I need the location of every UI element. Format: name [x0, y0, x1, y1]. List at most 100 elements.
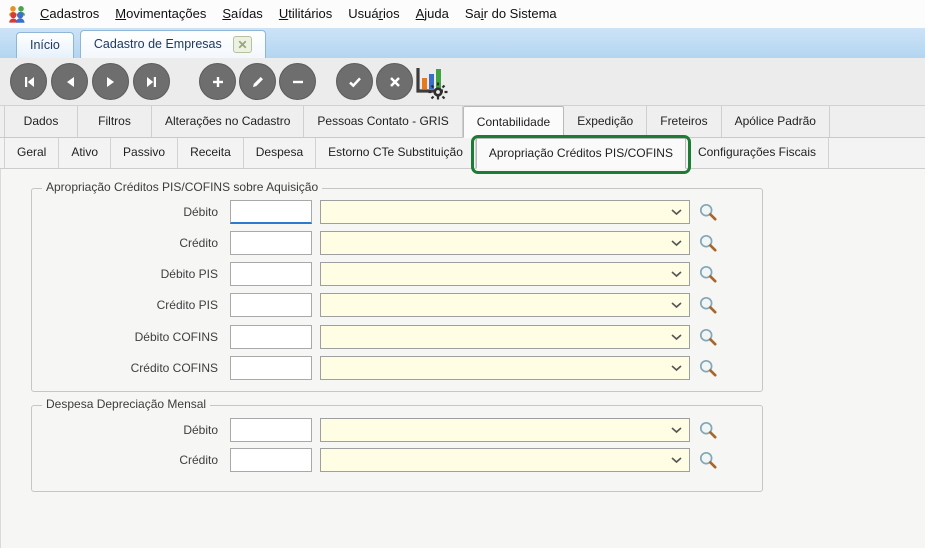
magnifier-icon[interactable]: [698, 420, 718, 440]
debito-code-input[interactable]: [230, 200, 312, 224]
tab-despesa[interactable]: Despesa: [244, 138, 316, 168]
label-post: tilitários: [288, 6, 332, 21]
credito-cofins-account-combo[interactable]: [320, 356, 690, 380]
magnifier-icon[interactable]: [698, 327, 718, 347]
label-post: adastros: [49, 6, 99, 21]
tab-inicio[interactable]: Início: [16, 32, 74, 58]
menu-saidas[interactable]: Saídas: [214, 0, 270, 28]
debito-pis-account-combo[interactable]: [320, 262, 690, 286]
form-row: Crédito: [32, 231, 762, 255]
tab-receita[interactable]: Receita: [178, 138, 244, 168]
add-record-button[interactable]: [199, 63, 236, 100]
label-post: ios: [383, 6, 400, 21]
credito-code-input[interactable]: [230, 231, 312, 255]
magnifier-icon[interactable]: [698, 233, 718, 253]
depreciacao-debito-code-input[interactable]: [230, 418, 312, 442]
debito-cofins-account-combo[interactable]: [320, 325, 690, 349]
tab-ativo[interactable]: Ativo: [59, 138, 111, 168]
credito-cofins-code-input[interactable]: [230, 356, 312, 380]
debito-cofins-code-input[interactable]: [230, 325, 312, 349]
tab-freteiros[interactable]: Freteiros: [647, 106, 721, 137]
menu-sair-do-sistema[interactable]: Sair do Sistema: [457, 0, 565, 28]
magnifier-icon[interactable]: [698, 295, 718, 315]
magnifier-icon[interactable]: [698, 358, 718, 378]
tab-configuracoes-fiscais[interactable]: Configurações Fiscais: [686, 138, 829, 168]
tab-geral[interactable]: Geral: [4, 138, 59, 168]
field-label-credito-pis: Crédito PIS: [32, 293, 218, 317]
debito-pis-code-input[interactable]: [230, 262, 312, 286]
tab-pessoas-contato-gris[interactable]: Pessoas Contato - GRIS: [304, 106, 462, 137]
tab-apropriacao-creditos-pis-cofins[interactable]: Apropriação Créditos PIS/COFINS: [476, 138, 686, 169]
form-row: Débito: [32, 418, 762, 442]
label-accel: U: [279, 6, 288, 21]
label-pre: Sa: [465, 6, 481, 21]
chevron-down-icon: [671, 457, 682, 464]
next-record-button[interactable]: [92, 63, 129, 100]
arrow-left-icon: [62, 74, 78, 90]
groupbox-apropriacao-creditos: Apropriação Créditos PIS/COFINS sobre Aq…: [31, 188, 763, 392]
cancel-button[interactable]: [376, 63, 413, 100]
menu-utilitarios[interactable]: Utilitários: [271, 0, 340, 28]
depreciacao-debito-account-combo[interactable]: [320, 418, 690, 442]
form-row: Crédito: [32, 448, 762, 472]
field-label-credito: Crédito: [32, 231, 218, 255]
tab-estorno-cte-substituicao[interactable]: Estorno CTe Substituição: [316, 138, 476, 168]
field-label-debito-cofins: Débito COFINS: [32, 325, 218, 349]
chevron-down-icon: [671, 271, 682, 278]
tab-contabilidade[interactable]: Contabilidade: [463, 106, 564, 138]
skip-last-icon: [144, 74, 160, 90]
magnifier-icon[interactable]: [698, 202, 718, 222]
edit-record-button[interactable]: [239, 63, 276, 100]
confirm-button[interactable]: [336, 63, 373, 100]
form-row: Débito: [32, 200, 762, 224]
tab-filtros[interactable]: Filtros: [78, 106, 152, 137]
label-accel: A: [416, 6, 425, 21]
depreciacao-credito-code-input[interactable]: [230, 448, 312, 472]
form-row: Débito PIS: [32, 262, 762, 286]
chevron-down-icon: [671, 209, 682, 216]
menu-ajuda[interactable]: Ajuda: [408, 0, 457, 28]
groupbox-title: Despesa Depreciação Mensal: [42, 397, 210, 411]
previous-record-button[interactable]: [51, 63, 88, 100]
menu-bar: Cadastros Movimentações Saídas Utilitári…: [0, 0, 925, 28]
tab-cadastro-de-empresas[interactable]: Cadastro de Empresas: [80, 30, 266, 58]
menu-cadastros[interactable]: Cadastros: [32, 0, 107, 28]
tab-passivo[interactable]: Passivo: [111, 138, 178, 168]
label-accel: C: [40, 6, 49, 21]
menu-usuarios[interactable]: Usuários: [340, 0, 407, 28]
debito-account-combo[interactable]: [320, 200, 690, 224]
document-tab-strip: Início Cadastro de Empresas: [0, 28, 925, 58]
delete-record-button[interactable]: [279, 63, 316, 100]
tab-apolice-padrao[interactable]: Apólice Padrão: [722, 106, 830, 137]
form-row: Crédito PIS: [32, 293, 762, 317]
tab-expedicao[interactable]: Expedição: [564, 106, 647, 137]
depreciacao-credito-account-combo[interactable]: [320, 448, 690, 472]
tab-content-panel: Apropriação Créditos PIS/COFINS sobre Aq…: [0, 169, 925, 548]
check-icon: [347, 74, 363, 90]
minus-icon: [290, 74, 306, 90]
secondary-tab-row: Geral Ativo Passivo Receita Despesa Esto…: [0, 138, 925, 169]
tab-dados[interactable]: Dados: [4, 106, 78, 137]
tab-alteracoes-no-cadastro[interactable]: Alterações no Cadastro: [152, 106, 304, 137]
label-post: juda: [424, 6, 449, 21]
chevron-down-icon: [671, 365, 682, 372]
label-accel: S: [222, 6, 231, 21]
field-label-debito: Débito: [32, 200, 218, 224]
form-row: Crédito COFINS: [32, 356, 762, 380]
first-record-button[interactable]: [10, 63, 47, 100]
tab-label: Início: [30, 33, 60, 58]
magnifier-icon[interactable]: [698, 264, 718, 284]
arrow-right-icon: [103, 74, 119, 90]
chart-settings-button[interactable]: [412, 65, 448, 101]
x-icon: [387, 74, 403, 90]
menu-movimentacoes[interactable]: Movimentações: [107, 0, 214, 28]
magnifier-icon[interactable]: [698, 450, 718, 470]
plus-icon: [210, 74, 226, 90]
last-record-button[interactable]: [133, 63, 170, 100]
chevron-down-icon: [671, 302, 682, 309]
credito-pis-account-combo[interactable]: [320, 293, 690, 317]
label-post: r do Sistema: [484, 6, 557, 21]
close-tab-icon[interactable]: [233, 36, 252, 53]
credito-account-combo[interactable]: [320, 231, 690, 255]
credito-pis-code-input[interactable]: [230, 293, 312, 317]
